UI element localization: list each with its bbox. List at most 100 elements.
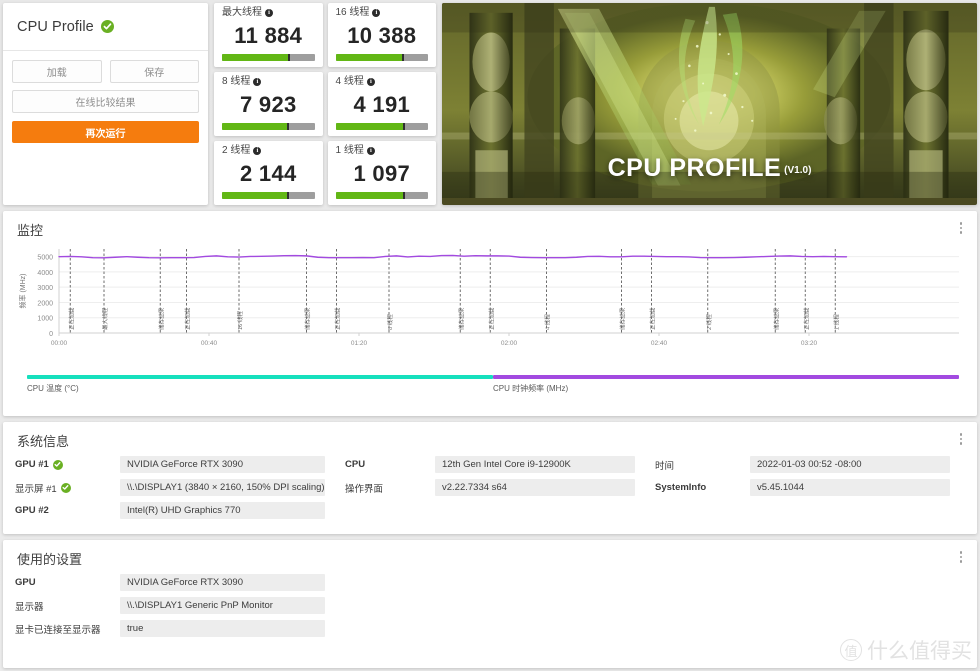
svg-text:1000: 1000 — [37, 316, 53, 323]
score-card-label: 8 线程 — [222, 76, 251, 87]
kebab-menu-icon[interactable] — [953, 430, 969, 448]
info-row: GPU NVIDIA GeForce RTX 3090 — [15, 574, 345, 591]
banner-title: CPU PROFILE — [607, 154, 782, 182]
system-info-col-left: GPU #1 NVIDIA GeForce RTX 3090 显示屏 #1 \\.\D… — [15, 456, 345, 519]
svg-text:正在加载: 正在加载 — [487, 307, 495, 330]
check-circle-icon — [100, 20, 114, 33]
system-info-title: 系统信息 — [17, 434, 70, 449]
info-row-key: GPU #2 — [15, 505, 120, 516]
score-progress-fill — [335, 192, 404, 199]
score-card-label: 最大线程 — [222, 7, 262, 18]
score-progress-marker — [287, 54, 290, 61]
score-progress-fill — [222, 192, 287, 199]
svg-text:5000: 5000 — [37, 255, 53, 262]
info-icon[interactable]: i — [253, 147, 262, 155]
info-row-key: GPU — [15, 577, 120, 588]
info-key-label: GPU #1 — [15, 459, 49, 470]
svg-text:8 线程: 8 线程 — [386, 314, 394, 330]
score-progress-bar — [335, 123, 428, 130]
compare-online-button[interactable]: 在线比较结果 — [12, 90, 199, 113]
banner-caption: CPU PROFILE (V1.0) — [442, 154, 977, 183]
score-card: 最大线程 i 11 884 — [214, 3, 323, 67]
info-row-value: \\.\DISPLAY1 (3840 × 2160, 150% DPI scal… — [120, 479, 325, 496]
score-card-value: 2 144 — [239, 160, 297, 186]
kebab-menu-icon[interactable] — [953, 219, 969, 237]
svg-text:正在加载: 正在加载 — [802, 307, 810, 330]
svg-text:1 线程: 1 线程 — [832, 314, 840, 330]
legend-item-clock: CPU 时钟频率 (MHz) — [493, 375, 959, 401]
info-row-value: 2022-01-03 00:52 -08:00 — [750, 456, 950, 473]
info-icon[interactable]: i — [253, 78, 262, 86]
svg-text:正在加载: 正在加载 — [334, 307, 342, 330]
legend-color-swatch — [27, 375, 493, 379]
score-progress-fill — [222, 123, 287, 130]
run-again-button[interactable]: 再次运行 — [12, 121, 199, 143]
score-card-value: 4 191 — [353, 91, 411, 117]
info-row: 显示屏 #1 \\.\DISPLAY1 (3840 × 2160, 150% DP… — [15, 479, 345, 496]
score-card-header: 1 线程 i — [336, 146, 429, 156]
info-row: 显示器 \\.\DISPLAY1 Generic PnP Monitor — [15, 597, 345, 614]
legend-item-temperature: CPU 温度 (°C) — [27, 375, 493, 401]
banner-version: (V1.0) — [784, 165, 812, 176]
frequency-line-chart: 0 1000 2000 3000 4000 5000 频率 (MHz) 00:00 00:40 0… — [18, 249, 959, 347]
info-row-key: 显示器 — [15, 599, 120, 613]
info-row-key: 操作界面 — [345, 481, 435, 495]
kebab-menu-icon[interactable] — [953, 548, 969, 566]
info-row-value: NVIDIA GeForce RTX 3090 — [120, 574, 325, 591]
score-progress-bar — [222, 54, 315, 61]
info-row-value: \\.\DISPLAY1 Generic PnP Monitor — [120, 597, 325, 614]
info-row-value: 12th Gen Intel Core i9-12900K — [435, 456, 635, 473]
svg-text:储存结果: 储存结果 — [304, 307, 312, 330]
info-row-key: 时间 — [655, 458, 750, 472]
check-circle-icon — [60, 482, 71, 493]
svg-text:03:20: 03:20 — [801, 340, 818, 347]
info-row-key: 显卡已连接至显示器 — [15, 622, 120, 636]
monitoring-title: 监控 — [17, 223, 44, 238]
svg-text:4 线程: 4 线程 — [544, 314, 552, 330]
settings-used-title: 使用的设置 — [17, 552, 83, 567]
svg-text:2 线程: 2 线程 — [705, 314, 713, 330]
load-button[interactable]: 加载 — [12, 60, 102, 83]
info-row-key: GPU #1 — [15, 459, 120, 470]
system-info-col-mid: CPU 12th Gen Intel Core i9-12900K 操作界面 v2.2… — [345, 456, 655, 519]
svg-text:最大线程: 最大线程 — [101, 307, 109, 330]
save-button[interactable]: 保存 — [109, 60, 199, 83]
svg-text:正在加载: 正在加载 — [649, 307, 657, 330]
load-save-row: 加载 保存 — [12, 60, 199, 83]
info-row-key: SystemInfo — [655, 482, 750, 493]
info-row: 操作界面 v2.22.7334 s64 — [345, 479, 655, 496]
info-icon[interactable]: i — [366, 78, 375, 86]
benchmark-banner: CPU PROFILE (V1.0) — [442, 3, 977, 205]
info-key-label: GPU #2 — [15, 505, 49, 516]
svg-text:00:00: 00:00 — [51, 340, 68, 347]
info-icon[interactable]: i — [366, 147, 375, 155]
svg-text:储存结果: 储存结果 — [772, 307, 780, 330]
info-key-label: CPU — [345, 459, 366, 470]
score-progress-marker — [403, 123, 406, 130]
svg-text:频率 (MHz): 频率 (MHz) — [18, 274, 27, 309]
info-icon[interactable]: i — [265, 9, 273, 17]
score-card-value: 1 097 — [353, 160, 411, 186]
svg-text:储存结果: 储存结果 — [457, 307, 465, 330]
score-progress-marker — [286, 192, 289, 199]
info-row-key: CPU — [345, 459, 435, 470]
system-info-grid: GPU #1 NVIDIA GeForce RTX 3090 显示屏 #1 \\.\D… — [3, 450, 977, 519]
info-key-label: 显卡已连接至显示器 — [15, 624, 101, 636]
score-card-header: 8 线程 i — [222, 77, 315, 87]
settings-used-section: 使用的设置 GPU NVIDIA GeForce RTX 3090 显示器 \\.\D… — [3, 540, 977, 668]
score-card: 8 线程 i 7 923 — [214, 72, 323, 136]
svg-text:2000: 2000 — [37, 300, 53, 307]
info-icon[interactable]: i — [372, 9, 381, 17]
score-card-header: 4 线程 i — [336, 77, 429, 87]
info-row-value: true — [120, 620, 325, 637]
score-card-value: 11 884 — [234, 22, 303, 48]
score-card-label: 1 线程 — [335, 145, 364, 156]
info-row-value: Intel(R) UHD Graphics 770 — [120, 502, 325, 519]
svg-text:02:00: 02:00 — [501, 340, 518, 347]
legend-label: CPU 时钟频率 (MHz) — [493, 384, 569, 393]
score-card-value: 7 923 — [239, 91, 297, 117]
svg-text:01:20: 01:20 — [351, 340, 368, 347]
score-progress-bar — [335, 54, 428, 61]
score-card-label: 16 线程 — [335, 7, 370, 18]
chart-legend: CPU 温度 (°C) CPU 时钟频率 (MHz) — [27, 375, 959, 401]
